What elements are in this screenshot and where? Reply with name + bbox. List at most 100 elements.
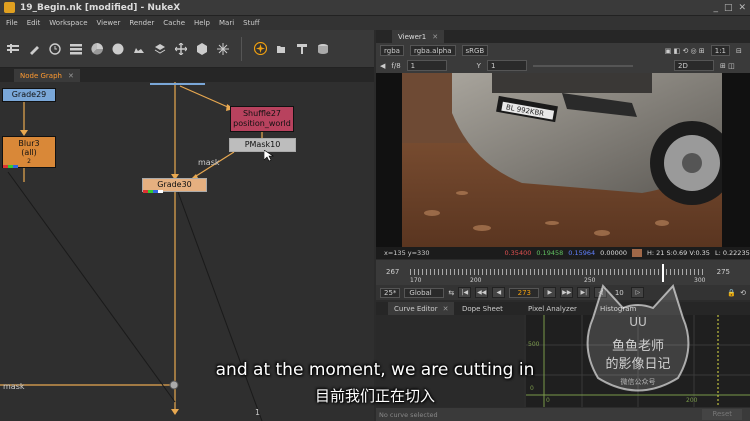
menu-cache[interactable]: Cache	[163, 19, 185, 27]
node-blur3[interactable]: Blur3 (all) 2	[2, 136, 56, 168]
title-bar: 19_Begin.nk [modified] - NukeX _ □ ✕	[0, 0, 750, 16]
fstop-field[interactable]: 1	[406, 60, 447, 71]
zoom-dropdown[interactable]: 1:1	[710, 45, 730, 56]
lock-icon[interactable]: 🔒	[727, 289, 736, 297]
pixel-hsv: H: 21 S:0.69 V:0.35	[647, 249, 710, 257]
menu-file[interactable]: File	[6, 19, 18, 27]
menu-render[interactable]: Render	[129, 19, 154, 27]
close-tab-icon[interactable]: ✕	[68, 72, 74, 80]
pin-icon[interactable]	[295, 42, 309, 56]
merge-icon[interactable]	[153, 42, 167, 56]
time-icon[interactable]	[48, 42, 62, 56]
node-toolbar	[0, 30, 374, 68]
viewer-settings-icons: ▣ ◧ ⟲ ◎ ⊞	[664, 46, 705, 55]
viewer-tabbar: Viewer1 ✕	[376, 30, 750, 43]
pixel-green: 0.19458	[536, 249, 564, 257]
color-icon[interactable]	[90, 42, 104, 56]
gamma-slider[interactable]	[532, 64, 633, 67]
database-icon[interactable]	[316, 42, 330, 56]
pixel-swatch	[632, 249, 643, 257]
close-tab-icon[interactable]: ✕	[443, 305, 449, 313]
menu-stuff[interactable]: Stuff	[243, 19, 259, 27]
menu-mari[interactable]: Mari	[219, 19, 234, 27]
pixel-alpha: 0.00000	[600, 249, 628, 257]
colorspace-dropdown[interactable]: sRGB	[461, 45, 489, 56]
ocula-icon[interactable]	[253, 42, 267, 56]
pixel-red: 0.35400	[504, 249, 532, 257]
viewer-exposure-row: ◀ f/8 1 Y 1 2D ⊞ ◫	[376, 58, 750, 73]
tab-curve-editor[interactable]: Curve Editor ✕	[388, 302, 455, 315]
node-blur3-channels: (all)	[21, 148, 37, 157]
node-blur3-label: Blur3	[18, 139, 40, 148]
node-shuffle27-label: Shuffle27	[242, 109, 282, 118]
loop-icon[interactable]: ⟲	[740, 289, 746, 297]
tab-viewer1[interactable]: Viewer1 ✕	[392, 30, 445, 43]
current-frame-field[interactable]: 273	[509, 287, 540, 298]
viewer-lock-icons[interactable]: ⊞ ◫	[720, 62, 750, 70]
paint-icon[interactable]	[27, 42, 41, 56]
minimize-icon[interactable]: _	[713, 3, 718, 13]
node-grade29[interactable]: Grade29	[2, 88, 56, 102]
node-grade30-indicator	[143, 190, 163, 193]
watermark-badge: UU	[629, 315, 647, 329]
first-frame-icon[interactable]: |◀	[458, 287, 472, 298]
curve-y-label-500: 500	[528, 341, 540, 348]
viewer-image-area[interactable]: BL 992KBR	[376, 73, 750, 247]
mouse-cursor-icon	[264, 150, 274, 162]
play-forward-icon[interactable]: ▶	[543, 287, 557, 298]
scope-dropdown[interactable]: Global	[404, 287, 445, 298]
menu-edit[interactable]: Edit	[27, 19, 41, 27]
alpha-dropdown[interactable]: rgba.alpha	[409, 45, 456, 56]
pixel-luminance: L: 0.22235	[714, 249, 750, 257]
menu-viewer[interactable]: Viewer	[97, 19, 121, 27]
fstop-arrow-icon[interactable]: ◀	[380, 62, 385, 70]
node-pmask10[interactable]: PMask10	[229, 138, 296, 152]
reset-button[interactable]: Reset	[702, 409, 742, 420]
close-tab-icon[interactable]: ✕	[432, 33, 438, 41]
viewer-photo: BL 992KBR	[402, 73, 722, 247]
particles-icon[interactable]	[216, 42, 230, 56]
timeline-track[interactable]	[410, 269, 704, 275]
input-number-label: 1	[255, 408, 261, 417]
edge-mask-label: mask	[198, 158, 220, 167]
pixel-info-bar: x=135 y=330 0.35400 0.19458 0.15964 0.00…	[376, 247, 750, 259]
node-pmask10-label: PMask10	[244, 140, 281, 149]
next-keyframe-icon[interactable]: ▶▶	[560, 287, 574, 298]
menu-help[interactable]: Help	[194, 19, 210, 27]
channels-dropdown[interactable]: rgba	[380, 45, 404, 56]
filter-icon[interactable]	[111, 42, 125, 56]
nuke-app-icon	[4, 2, 15, 13]
node-graph-tabbar: Node Graph ✕	[0, 68, 374, 82]
close-icon[interactable]: ✕	[738, 3, 746, 13]
play-backward-icon[interactable]: ◀	[492, 287, 506, 298]
menu-workspace[interactable]: Workspace	[49, 19, 87, 27]
node-grade29-label: Grade29	[11, 90, 47, 99]
in-out-icon[interactable]: ⇆	[448, 289, 454, 297]
viewer-options-icon[interactable]: ⊟	[736, 47, 750, 55]
timeline-start[interactable]: 267	[386, 268, 399, 276]
maximize-icon[interactable]: □	[724, 3, 733, 13]
tab-node-graph-label: Node Graph	[20, 71, 62, 80]
watermark-line1: 鱼鱼老师	[612, 338, 664, 354]
timeline-end[interactable]: 275	[717, 268, 730, 276]
transform-icon[interactable]	[174, 42, 188, 56]
folder-icon[interactable]	[274, 42, 288, 56]
export-icon[interactable]	[6, 42, 20, 56]
gamma-field[interactable]: 1	[486, 60, 527, 71]
node-shuffle27-sub: position_world	[233, 119, 291, 128]
keyer-icon[interactable]	[132, 42, 146, 56]
viewer-channel-row: rgba rgba.alpha sRGB ▣ ◧ ⟲ ◎ ⊞ 1:1 ⊟	[376, 43, 750, 58]
fstop-label: f/8	[391, 61, 401, 70]
prev-keyframe-icon[interactable]: ◀◀	[475, 287, 489, 298]
curve-status-bar: No curve selected Reset	[376, 408, 750, 421]
tab-dope-sheet[interactable]: Dope Sheet	[456, 302, 509, 315]
channel-icon[interactable]	[69, 42, 83, 56]
node-shuffle27[interactable]: Shuffle27 position_world	[230, 106, 294, 132]
tab-pixel-analyzer-label: Pixel Analyzer	[528, 304, 577, 313]
tab-dope-sheet-label: Dope Sheet	[462, 304, 503, 313]
tab-node-graph[interactable]: Node Graph ✕	[14, 69, 80, 82]
3d-icon[interactable]	[195, 42, 209, 56]
fps-dropdown[interactable]: 25*	[380, 287, 401, 298]
tab-pixel-analyzer[interactable]: Pixel Analyzer	[522, 302, 583, 315]
view-mode-dropdown[interactable]: 2D	[674, 60, 714, 71]
